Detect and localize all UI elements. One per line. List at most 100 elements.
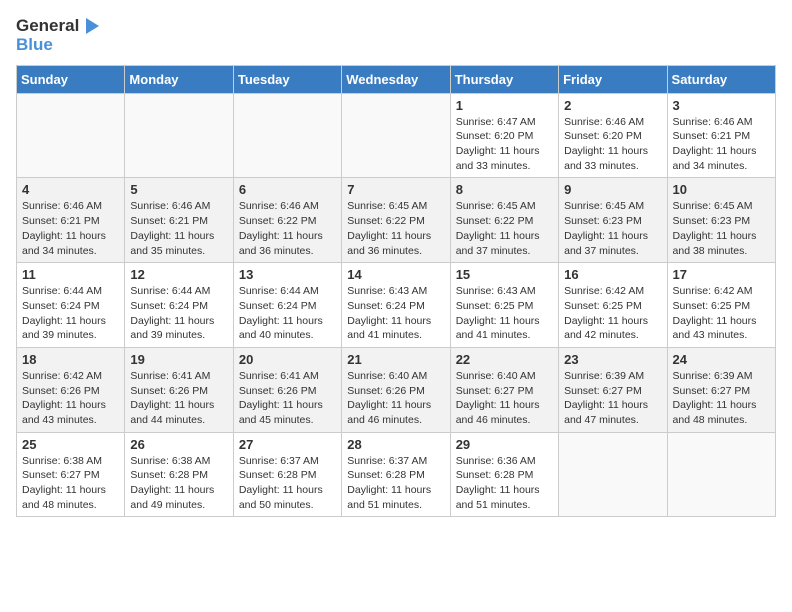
calendar-day-cell: 11Sunrise: 6:44 AMSunset: 6:24 PMDayligh…	[17, 263, 125, 348]
calendar-day-cell: 24Sunrise: 6:39 AMSunset: 6:27 PMDayligh…	[667, 347, 775, 432]
day-info: Sunrise: 6:45 AMSunset: 6:22 PMDaylight:…	[456, 199, 553, 258]
calendar-day-cell: 17 Sunrise: 6:42 AMSunset: 6:25 PMDayligh…	[667, 263, 775, 348]
day-number: 7	[347, 182, 444, 197]
calendar-week-row: 18Sunrise: 6:42 AMSunset: 6:26 PMDayligh…	[17, 347, 776, 432]
day-info: Sunrise: 6:37 AMSunset: 6:28 PMDaylight:…	[239, 454, 336, 513]
day-number: 16	[564, 267, 661, 282]
calendar-day-cell: 22 Sunrise: 6:40 AMSunset: 6:27 PMDayligh…	[450, 347, 558, 432]
day-info: Sunrise: 6:45 AMSunset: 6:23 PMDaylight:…	[673, 199, 770, 258]
day-info: Sunrise: 6:46 AMSunset: 6:21 PMDaylight:…	[673, 115, 770, 174]
page-header: General Blue	[16, 16, 776, 55]
calendar-week-row: 25 Sunrise: 6:38 AMSunset: 6:27 PMDayligh…	[17, 432, 776, 517]
day-info: Sunrise: 6:41 AMSunset: 6:26 PMDaylight:…	[130, 369, 227, 428]
calendar-day-cell: 5Sunrise: 6:46 AMSunset: 6:21 PMDaylight…	[125, 178, 233, 263]
calendar-day-cell: 3 Sunrise: 6:46 AMSunset: 6:21 PMDaylight…	[667, 93, 775, 178]
calendar-day-cell: 7 Sunrise: 6:45 AMSunset: 6:22 PMDaylight…	[342, 178, 450, 263]
logo: General Blue	[16, 16, 101, 55]
logo-general-text: General	[16, 17, 79, 36]
calendar-day-cell: 27Sunrise: 6:37 AMSunset: 6:28 PMDayligh…	[233, 432, 341, 517]
day-number: 3	[673, 98, 770, 113]
calendar-day-cell: 4 Sunrise: 6:46 AMSunset: 6:21 PMDaylight…	[17, 178, 125, 263]
calendar-day-cell: 9 Sunrise: 6:45 AMSunset: 6:23 PMDaylight…	[559, 178, 667, 263]
calendar-day-cell: 25 Sunrise: 6:38 AMSunset: 6:27 PMDayligh…	[17, 432, 125, 517]
day-number: 25	[22, 437, 119, 452]
day-number: 17	[673, 267, 770, 282]
day-number: 2	[564, 98, 661, 113]
day-info: Sunrise: 6:42 AMSunset: 6:25 PMDaylight:…	[673, 284, 770, 343]
calendar-week-row: 1Sunrise: 6:47 AMSunset: 6:20 PMDaylight…	[17, 93, 776, 178]
day-of-week-header: Sunday	[17, 65, 125, 93]
day-info: Sunrise: 6:43 AMSunset: 6:25 PMDaylight:…	[456, 284, 553, 343]
day-number: 5	[130, 182, 227, 197]
calendar-week-row: 4 Sunrise: 6:46 AMSunset: 6:21 PMDaylight…	[17, 178, 776, 263]
calendar-day-cell	[342, 93, 450, 178]
day-info: Sunrise: 6:39 AMSunset: 6:27 PMDaylight:…	[564, 369, 661, 428]
day-of-week-header: Wednesday	[342, 65, 450, 93]
day-info: Sunrise: 6:44 AMSunset: 6:24 PMDaylight:…	[22, 284, 119, 343]
day-number: 20	[239, 352, 336, 367]
day-info: Sunrise: 6:44 AMSunset: 6:24 PMDaylight:…	[239, 284, 336, 343]
day-of-week-header: Monday	[125, 65, 233, 93]
day-info: Sunrise: 6:36 AMSunset: 6:28 PMDaylight:…	[456, 454, 553, 513]
calendar-day-cell: 16 Sunrise: 6:42 AMSunset: 6:25 PMDayligh…	[559, 263, 667, 348]
day-number: 9	[564, 182, 661, 197]
day-number: 21	[347, 352, 444, 367]
day-info: Sunrise: 6:47 AMSunset: 6:20 PMDaylight:…	[456, 115, 553, 174]
calendar-day-cell: 8 Sunrise: 6:45 AMSunset: 6:22 PMDaylight…	[450, 178, 558, 263]
day-info: Sunrise: 6:41 AMSunset: 6:26 PMDaylight:…	[239, 369, 336, 428]
day-of-week-header: Tuesday	[233, 65, 341, 93]
calendar-day-cell: 26 Sunrise: 6:38 AMSunset: 6:28 PMDayligh…	[125, 432, 233, 517]
calendar-day-cell: 20 Sunrise: 6:41 AMSunset: 6:26 PMDayligh…	[233, 347, 341, 432]
calendar-day-cell: 19 Sunrise: 6:41 AMSunset: 6:26 PMDayligh…	[125, 347, 233, 432]
day-of-week-header: Saturday	[667, 65, 775, 93]
day-info: Sunrise: 6:42 AMSunset: 6:25 PMDaylight:…	[564, 284, 661, 343]
day-number: 28	[347, 437, 444, 452]
calendar-day-cell	[233, 93, 341, 178]
calendar-day-cell: 12 Sunrise: 6:44 AMSunset: 6:24 PMDayligh…	[125, 263, 233, 348]
logo-arrow-icon	[81, 16, 101, 36]
day-number: 26	[130, 437, 227, 452]
day-info: Sunrise: 6:39 AMSunset: 6:27 PMDaylight:…	[673, 369, 770, 428]
day-info: Sunrise: 6:37 AMSunset: 6:28 PMDaylight:…	[347, 454, 444, 513]
day-number: 15	[456, 267, 553, 282]
day-info: Sunrise: 6:46 AMSunset: 6:21 PMDaylight:…	[22, 199, 119, 258]
day-info: Sunrise: 6:40 AMSunset: 6:27 PMDaylight:…	[456, 369, 553, 428]
calendar-day-cell: 14 Sunrise: 6:43 AMSunset: 6:24 PMDayligh…	[342, 263, 450, 348]
calendar-day-cell: 10 Sunrise: 6:45 AMSunset: 6:23 PMDayligh…	[667, 178, 775, 263]
calendar-header-row: SundayMondayTuesdayWednesdayThursdayFrid…	[17, 65, 776, 93]
day-number: 10	[673, 182, 770, 197]
day-number: 12	[130, 267, 227, 282]
day-number: 13	[239, 267, 336, 282]
calendar-day-cell: 1Sunrise: 6:47 AMSunset: 6:20 PMDaylight…	[450, 93, 558, 178]
logo-blue-text: Blue	[16, 36, 53, 55]
calendar-day-cell	[559, 432, 667, 517]
day-info: Sunrise: 6:45 AMSunset: 6:23 PMDaylight:…	[564, 199, 661, 258]
calendar-day-cell: 23 Sunrise: 6:39 AMSunset: 6:27 PMDayligh…	[559, 347, 667, 432]
calendar-table: SundayMondayTuesdayWednesdayThursdayFrid…	[16, 65, 776, 518]
day-number: 4	[22, 182, 119, 197]
day-info: Sunrise: 6:46 AMSunset: 6:20 PMDaylight:…	[564, 115, 661, 174]
day-info: Sunrise: 6:38 AMSunset: 6:27 PMDaylight:…	[22, 454, 119, 513]
day-number: 8	[456, 182, 553, 197]
day-info: Sunrise: 6:46 AMSunset: 6:22 PMDaylight:…	[239, 199, 336, 258]
calendar-day-cell	[17, 93, 125, 178]
day-number: 23	[564, 352, 661, 367]
day-of-week-header: Friday	[559, 65, 667, 93]
calendar-day-cell	[125, 93, 233, 178]
day-info: Sunrise: 6:45 AMSunset: 6:22 PMDaylight:…	[347, 199, 444, 258]
day-of-week-header: Thursday	[450, 65, 558, 93]
day-info: Sunrise: 6:38 AMSunset: 6:28 PMDaylight:…	[130, 454, 227, 513]
day-number: 6	[239, 182, 336, 197]
calendar-day-cell: 28 Sunrise: 6:37 AMSunset: 6:28 PMDayligh…	[342, 432, 450, 517]
day-info: Sunrise: 6:42 AMSunset: 6:26 PMDaylight:…	[22, 369, 119, 428]
calendar-day-cell: 18Sunrise: 6:42 AMSunset: 6:26 PMDayligh…	[17, 347, 125, 432]
day-info: Sunrise: 6:43 AMSunset: 6:24 PMDaylight:…	[347, 284, 444, 343]
calendar-day-cell: 21Sunrise: 6:40 AMSunset: 6:26 PMDayligh…	[342, 347, 450, 432]
day-number: 19	[130, 352, 227, 367]
day-number: 22	[456, 352, 553, 367]
day-number: 14	[347, 267, 444, 282]
day-info: Sunrise: 6:44 AMSunset: 6:24 PMDaylight:…	[130, 284, 227, 343]
day-number: 29	[456, 437, 553, 452]
calendar-day-cell: 6 Sunrise: 6:46 AMSunset: 6:22 PMDaylight…	[233, 178, 341, 263]
calendar-day-cell: 2 Sunrise: 6:46 AMSunset: 6:20 PMDaylight…	[559, 93, 667, 178]
